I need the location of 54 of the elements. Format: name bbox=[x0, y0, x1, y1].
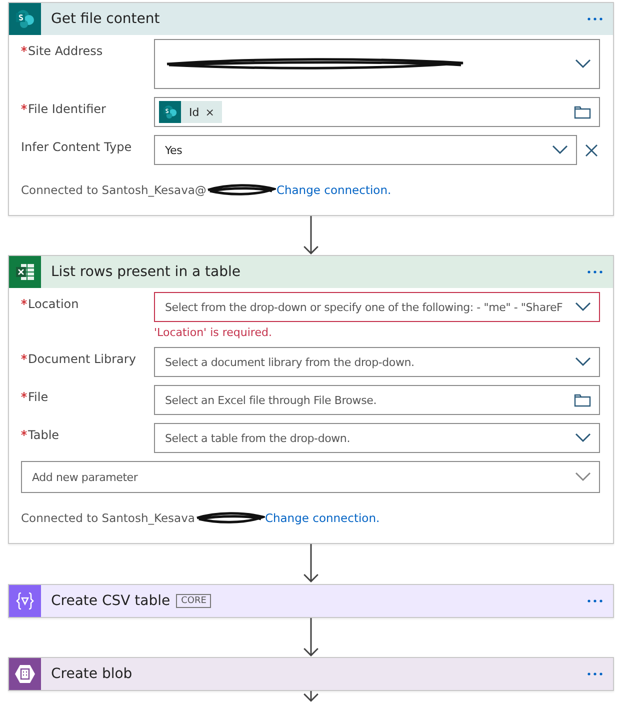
step-title: Create CSV table bbox=[51, 592, 170, 609]
token-remove-button[interactable]: × bbox=[203, 106, 222, 118]
close-icon[interactable] bbox=[583, 142, 600, 158]
step-title: List rows present in a table bbox=[51, 264, 240, 280]
chevron-down-icon[interactable] bbox=[575, 433, 591, 444]
sharepoint-icon bbox=[14, 8, 36, 30]
dropdown-field[interactable]: Select a document library from the drop-down. bbox=[154, 347, 600, 378]
file-picker-field[interactable]: Select an Excel file through File Browse. bbox=[154, 385, 600, 416]
step-header[interactable]: List rows present in a table bbox=[9, 256, 613, 288]
id-token[interactable]: Id × bbox=[159, 101, 222, 123]
ellipsis-icon[interactable] bbox=[587, 598, 603, 603]
chevron-down-icon[interactable] bbox=[575, 59, 591, 69]
ellipsis-icon[interactable] bbox=[587, 17, 603, 21]
error-message: 'Location' is required. bbox=[154, 326, 273, 340]
braces-filter-icon bbox=[14, 590, 36, 612]
field-label: File Identifier bbox=[28, 102, 106, 116]
dropdown-field[interactable]: Yes bbox=[154, 135, 577, 165]
storage-hexagon-icon bbox=[14, 663, 36, 686]
field-label: Table bbox=[28, 428, 60, 442]
dropdown-field[interactable]: Select from the drop-down or specify one of the following: - "me" - "ShareF bbox=[154, 292, 600, 322]
redaction-scribble bbox=[194, 512, 265, 524]
field-label: File bbox=[28, 390, 48, 404]
sharepoint-icon bbox=[162, 104, 178, 120]
change-connection-link[interactable]: Change connection. bbox=[276, 183, 392, 197]
field-label: Document Library bbox=[28, 352, 136, 366]
folder-icon[interactable] bbox=[574, 106, 591, 118]
step-header[interactable]: Create CSV table CORE bbox=[9, 584, 613, 617]
chevron-down-icon[interactable] bbox=[575, 302, 591, 312]
chevron-down-icon[interactable] bbox=[575, 357, 591, 368]
step-title: Create blob bbox=[51, 666, 132, 682]
core-tag: CORE bbox=[176, 594, 212, 608]
field-label: Location bbox=[28, 297, 79, 312]
add-parameter-dropdown[interactable]: Add new parameter bbox=[21, 461, 600, 494]
field-label: Site Address bbox=[28, 44, 103, 58]
folder-icon[interactable] bbox=[574, 394, 591, 407]
chevron-down-icon[interactable] bbox=[575, 472, 591, 482]
step-title: Get file content bbox=[51, 11, 160, 27]
ellipsis-icon[interactable] bbox=[587, 270, 603, 274]
dropdown-field[interactable]: Select a table from the drop-down. bbox=[154, 423, 600, 454]
step-header[interactable]: Create blob bbox=[9, 658, 613, 690]
connector-arrow bbox=[303, 691, 319, 702]
redaction-scribble bbox=[206, 184, 276, 196]
step-header[interactable]: Get file content bbox=[9, 3, 613, 35]
connection-text: Connected to Santosh_Kesava bbox=[21, 511, 195, 526]
change-connection-link[interactable]: Change connection. bbox=[264, 511, 380, 526]
connector-arrow bbox=[303, 618, 319, 656]
connector-arrow bbox=[303, 216, 319, 254]
ellipsis-icon[interactable] bbox=[587, 672, 603, 676]
connection-text: Connected to Santosh_Kesava@ bbox=[21, 183, 206, 197]
site-address-dropdown[interactable] bbox=[154, 39, 600, 89]
file-identifier-field[interactable]: Id × bbox=[154, 97, 600, 127]
field-label: Infer Content Type bbox=[21, 140, 132, 154]
chevron-down-icon[interactable] bbox=[552, 145, 568, 155]
connector-arrow bbox=[303, 544, 319, 583]
